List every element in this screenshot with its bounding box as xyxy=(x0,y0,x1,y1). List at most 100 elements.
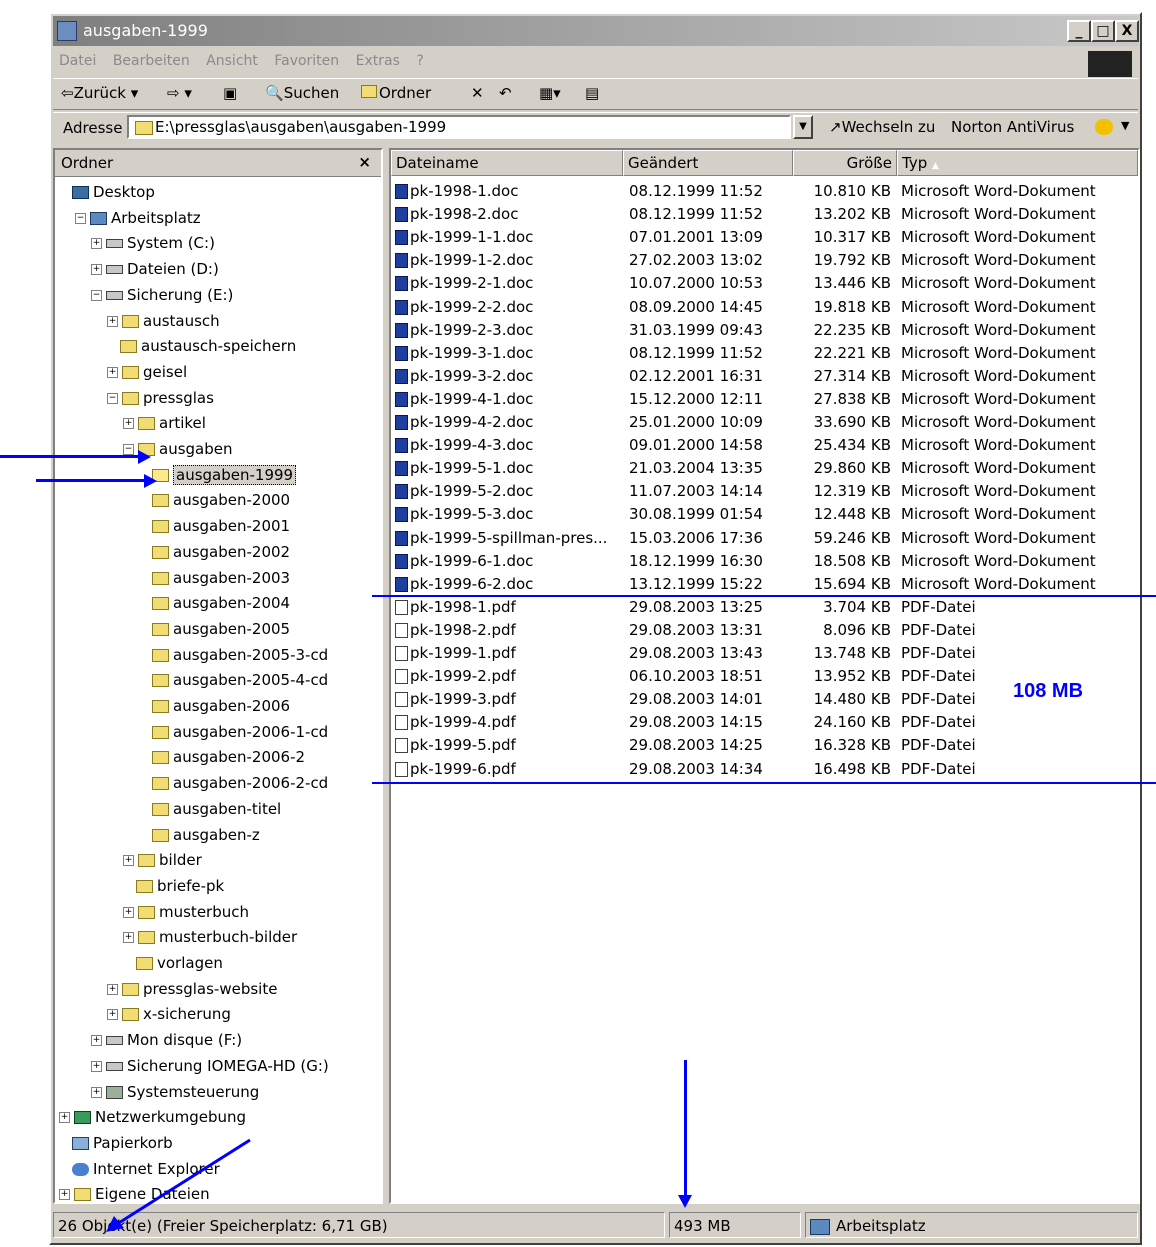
tree-item[interactable]: + musterbuch xyxy=(123,900,249,924)
file-row[interactable]: pk-1998-1.pdf 29.08.2003 13:25 3.704 KB PDF… xyxy=(391,596,1138,619)
tree-item[interactable]: + Sicherung IOMEGA-HD (G:) xyxy=(91,1054,329,1078)
menu-extras[interactable]: Extras xyxy=(350,50,406,72)
tree-item[interactable]: ausgaben-z xyxy=(139,823,260,847)
expand-icon[interactable]: + xyxy=(123,855,134,867)
expand-icon[interactable]: + xyxy=(91,264,102,276)
column-header-name[interactable]: Dateiname xyxy=(391,150,623,176)
tree-item[interactable]: + Netzwerkumgebung xyxy=(59,1105,246,1129)
tree-item[interactable]: ausgaben-1999 xyxy=(139,463,297,487)
expand-icon[interactable]: + xyxy=(107,1009,118,1021)
file-row[interactable]: pk-1999-3-2.doc 02.12.2001 16:31 27.314 KB… xyxy=(391,365,1138,388)
address-field[interactable]: E:\pressglas\ausgaben\ausgaben-1999 xyxy=(127,115,791,139)
expand-icon[interactable]: + xyxy=(91,1035,102,1047)
undo-button[interactable]: ↶ xyxy=(499,84,512,102)
address-dropdown-button[interactable]: ▼ xyxy=(793,115,813,139)
tree-item[interactable]: ausgaben-2001 xyxy=(139,514,290,538)
file-row[interactable]: pk-1999-4-3.doc 09.01.2000 14:58 25.434 KB… xyxy=(391,434,1138,457)
tree-item[interactable]: ausgaben-2006-1-cd xyxy=(139,720,328,744)
tree-item[interactable]: + geisel xyxy=(107,360,187,384)
file-row[interactable]: pk-1999-4-2.doc 25.01.2000 10:09 33.690 KB… xyxy=(391,411,1138,434)
expand-icon[interactable]: + xyxy=(59,1112,70,1124)
file-row[interactable]: pk-1999-2-2.doc 08.09.2000 14:45 19.818 KB… xyxy=(391,296,1138,319)
delete-button[interactable]: ✕ xyxy=(471,84,484,102)
collapse-icon[interactable]: − xyxy=(75,212,86,224)
tree-item[interactable]: + bilder xyxy=(123,848,202,872)
tree-item[interactable]: ausgaben-2006-2-cd xyxy=(139,771,328,795)
file-row[interactable]: pk-1999-5-2.doc 11.07.2003 14:14 12.319 KB… xyxy=(391,480,1138,503)
tree-item[interactable]: + austausch xyxy=(107,309,220,333)
expand-icon[interactable]: + xyxy=(107,366,118,378)
tree-item[interactable]: ausgaben-2002 xyxy=(139,540,290,564)
expand-icon[interactable]: + xyxy=(91,238,102,250)
tree-item[interactable]: + musterbuch-bilder xyxy=(123,925,297,949)
tree-item[interactable]: + Systemsteuerung xyxy=(91,1080,259,1104)
file-row[interactable]: pk-1999-5.pdf 29.08.2003 14:25 16.328 KB PD… xyxy=(391,734,1138,757)
tree-item[interactable]: ausgaben-2005 xyxy=(139,617,290,641)
collapse-icon[interactable]: − xyxy=(107,392,118,404)
expand-icon[interactable]: + xyxy=(123,932,134,944)
tree-item[interactable]: + pressglas-website xyxy=(107,977,277,1001)
up-folder-button[interactable]: ▣ xyxy=(223,84,237,102)
back-button[interactable]: ⇦Zurück ▾ xyxy=(61,84,138,102)
expand-icon[interactable]: + xyxy=(123,906,134,918)
folders-button[interactable]: Ordner xyxy=(361,84,431,102)
column-header-modified[interactable]: Geändert xyxy=(623,150,793,176)
file-row[interactable]: pk-1999-1.pdf 29.08.2003 13:43 13.748 KB PD… xyxy=(391,642,1138,665)
title-bar[interactable]: ausgaben-1999 _ □ X xyxy=(53,16,1139,46)
expand-icon[interactable]: + xyxy=(91,1060,102,1072)
tree-item[interactable]: Desktop xyxy=(59,180,155,204)
tree-item[interactable]: + System (C:) xyxy=(91,231,215,255)
file-row[interactable]: pk-1999-5-1.doc 21.03.2004 13:35 29.860 KB… xyxy=(391,457,1138,480)
file-row[interactable]: pk-1999-1-2.doc 27.02.2003 13:02 19.792 KB… xyxy=(391,249,1138,272)
menu-bearbeiten[interactable]: Bearbeiten xyxy=(107,50,196,72)
file-row[interactable]: pk-1999-6-2.doc 13.12.1999 15:22 15.694 KB… xyxy=(391,573,1138,596)
menu-datei[interactable]: Datei xyxy=(53,50,102,72)
tree-item[interactable]: austausch-speichern xyxy=(107,334,296,358)
tree-item[interactable]: + Dateien (D:) xyxy=(91,257,219,281)
expand-icon[interactable]: + xyxy=(123,418,134,430)
tree-item[interactable]: + artikel xyxy=(123,411,206,435)
menu-help[interactable]: ? xyxy=(410,50,429,72)
properties-button[interactable]: ▤ xyxy=(585,84,599,102)
close-button[interactable]: X xyxy=(1115,20,1139,42)
expand-icon[interactable]: + xyxy=(107,315,118,327)
tree-item[interactable]: vorlagen xyxy=(123,951,223,975)
expand-icon[interactable]: + xyxy=(59,1189,70,1201)
tree-item[interactable]: − Sicherung (E:) xyxy=(91,283,233,307)
file-row[interactable]: pk-1998-1.doc 08.12.1999 11:52 10.810 KB Mi… xyxy=(391,180,1138,203)
tree-item[interactable]: ausgaben-2005-4-cd xyxy=(139,668,328,692)
views-button[interactable]: ▦▾ xyxy=(539,84,561,102)
file-row[interactable]: pk-1999-4.pdf 29.08.2003 14:15 24.160 KB PD… xyxy=(391,711,1138,734)
column-header-size[interactable]: Größe xyxy=(793,150,897,176)
file-row[interactable]: pk-1999-1-1.doc 07.01.2001 13:09 10.317 KB… xyxy=(391,226,1138,249)
menu-favoriten[interactable]: Favoriten xyxy=(268,50,345,72)
go-button[interactable]: ↗Wechseln zu xyxy=(829,118,935,136)
close-pane-icon[interactable]: × xyxy=(358,153,371,171)
tree-item[interactable]: ausgaben-2003 xyxy=(139,566,290,590)
minimize-button[interactable]: _ xyxy=(1067,20,1091,42)
tree-item[interactable]: ausgaben-2000 xyxy=(139,488,290,512)
collapse-icon[interactable]: − xyxy=(91,289,102,301)
file-row[interactable]: pk-1998-2.pdf 29.08.2003 13:31 8.096 KB PDF… xyxy=(391,619,1138,642)
file-row[interactable]: pk-1999-5-spillman-pres... 15.03.2006 17:… xyxy=(391,527,1138,550)
file-row[interactable]: pk-1999-6-1.doc 18.12.1999 16:30 18.508 KB… xyxy=(391,550,1138,573)
norton-dropdown-icon[interactable]: ▼ xyxy=(1121,119,1129,132)
tree-item[interactable]: + x-sicherung xyxy=(107,1002,231,1026)
expand-icon[interactable]: + xyxy=(91,1086,102,1098)
tree-item[interactable]: + Mon disque (F:) xyxy=(91,1028,242,1052)
tree-item[interactable]: briefe-pk xyxy=(123,874,224,898)
tree-item[interactable]: − pressglas xyxy=(107,386,214,410)
file-row[interactable]: pk-1999-3-1.doc 08.12.1999 11:52 22.221 KB… xyxy=(391,342,1138,365)
tree-item[interactable]: ausgaben-2006-2 xyxy=(139,745,305,769)
tree-item[interactable]: ausgaben-2005-3-cd xyxy=(139,643,328,667)
file-row[interactable]: pk-1999-4-1.doc 15.12.2000 12:11 27.838 KB… xyxy=(391,388,1138,411)
norton-antivirus-button[interactable]: Norton AntiVirus xyxy=(951,118,1074,136)
file-row[interactable]: pk-1999-2-3.doc 31.03.1999 09:43 22.235 KB… xyxy=(391,319,1138,342)
tree-item[interactable]: ausgaben-titel xyxy=(139,797,281,821)
search-button[interactable]: 🔍Suchen xyxy=(265,84,339,102)
file-row[interactable]: pk-1999-2-1.doc 10.07.2000 10:53 13.446 KB… xyxy=(391,272,1138,295)
tree-item[interactable]: ausgaben-2004 xyxy=(139,591,290,615)
collapse-icon[interactable]: − xyxy=(123,444,134,455)
forward-button[interactable]: ⇨ ▾ xyxy=(167,84,192,102)
file-row[interactable]: pk-1999-6.pdf 29.08.2003 14:34 16.498 KB PD… xyxy=(391,758,1138,781)
